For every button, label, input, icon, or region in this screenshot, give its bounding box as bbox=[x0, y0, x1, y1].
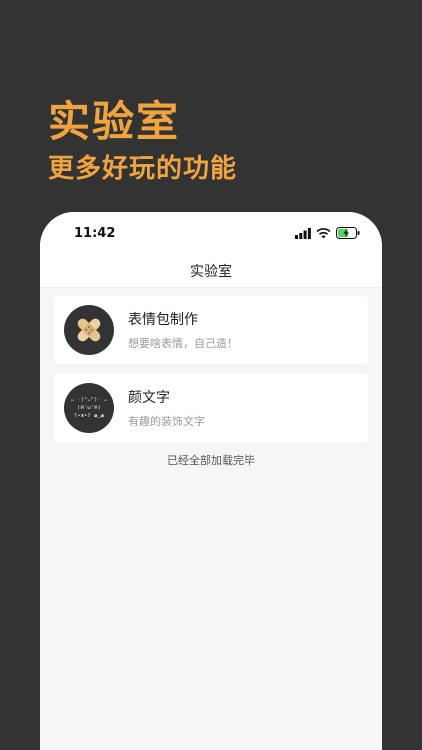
kaomoji-line: (ฅ'ω'ฅ) bbox=[77, 405, 101, 411]
status-bar: 11:42 bbox=[40, 212, 382, 254]
nav-bar: 实验室 bbox=[40, 254, 382, 288]
wifi-icon bbox=[316, 227, 331, 238]
kaomoji-line: ᴗ ·(°ᴗ°)· ᴗ bbox=[70, 397, 108, 403]
bandage-icon bbox=[64, 305, 114, 355]
item-description: 想要啥表情，自己造！ bbox=[128, 337, 238, 350]
item-title: 颜文字 bbox=[128, 390, 170, 406]
promo-title: 实验室 bbox=[48, 97, 181, 146]
kaomoji-icon: ᴗ ·(°ᴗ°)· ᴗ (ฅ'ω'ฅ) ʕ•ᴥ•ʔ ◕‿◕ bbox=[64, 383, 114, 433]
list-item-kaomoji[interactable]: ᴗ ·(°ᴗ°)· ᴗ (ฅ'ω'ฅ) ʕ•ᴥ•ʔ ◕‿◕ 颜文字 有趣的装饰文… bbox=[54, 374, 368, 442]
phone-screen: 11:42 实验室 表情包制作 想要啥表情，自己造！ ᴗ ·(°ᴗ°)· ᴗ (… bbox=[40, 212, 382, 750]
list-item-sticker-maker[interactable]: 表情包制作 想要啥表情，自己造！ bbox=[54, 296, 368, 364]
item-description: 有趣的装饰文字 bbox=[128, 415, 205, 428]
status-icons bbox=[295, 227, 360, 239]
cellular-signal-icon bbox=[295, 227, 311, 239]
list-end-text: 已经全部加载完毕 bbox=[167, 454, 255, 467]
item-title: 表情包制作 bbox=[128, 312, 198, 328]
nav-title: 实验室 bbox=[190, 263, 232, 280]
kaomoji-line: ʕ•ᴥ•ʔ ◕‿◕ bbox=[74, 413, 104, 419]
promo-subtitle: 更多好玩的功能 bbox=[48, 154, 238, 184]
battery-charging-icon bbox=[336, 227, 360, 239]
feature-list: 表情包制作 想要啥表情，自己造！ ᴗ ·(°ᴗ°)· ᴗ (ฅ'ω'ฅ) ʕ•ᴥ… bbox=[40, 288, 382, 468]
status-time: 11:42 bbox=[74, 225, 116, 241]
